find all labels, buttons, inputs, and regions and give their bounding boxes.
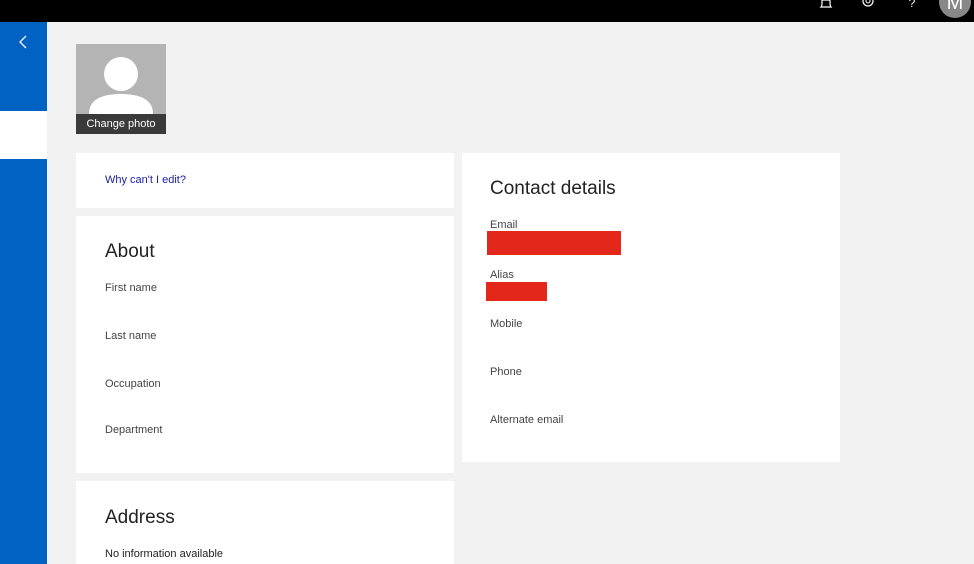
gear-icon[interactable] <box>860 0 876 10</box>
email-label: Email <box>490 219 518 231</box>
email-value-redacted <box>487 231 621 255</box>
why-cant-edit-link[interactable]: Why can't I edit? <box>105 174 186 186</box>
nav-spacer <box>0 111 47 159</box>
first-name-label: First name <box>105 282 157 294</box>
avatar[interactable]: M <box>939 0 971 18</box>
last-name-label: Last name <box>105 330 157 342</box>
left-nav-rail <box>0 159 47 564</box>
occupation-label: Occupation <box>105 378 161 390</box>
change-photo-button[interactable]: Change photo <box>76 114 166 134</box>
alternate-email-label: Alternate email <box>490 414 564 426</box>
address-card: Address No information available <box>76 481 454 564</box>
phone-label: Phone <box>490 366 522 378</box>
help-icon[interactable]: ? <box>904 0 920 10</box>
contact-details-title: Contact details <box>490 178 616 199</box>
mobile-label: Mobile <box>490 318 523 330</box>
alias-value-redacted <box>486 282 547 301</box>
alias-label: Alias <box>490 269 514 281</box>
department-label: Department <box>105 424 163 436</box>
address-info: No information available <box>105 548 224 560</box>
address-title: Address <box>105 507 175 528</box>
why-edit-card: Why can't I edit? <box>76 153 454 208</box>
back-button[interactable] <box>0 22 47 111</box>
chevron-left-icon <box>19 35 27 49</box>
bell-icon[interactable] <box>818 0 834 10</box>
contact-details-card: Contact details Email Alias Mobile Phone… <box>462 153 840 462</box>
about-card: About First name Last name Occupation De… <box>76 216 454 473</box>
top-bar: ? M <box>0 0 974 22</box>
about-title: About <box>105 241 155 262</box>
profile-photo[interactable]: Change photo <box>76 44 166 134</box>
